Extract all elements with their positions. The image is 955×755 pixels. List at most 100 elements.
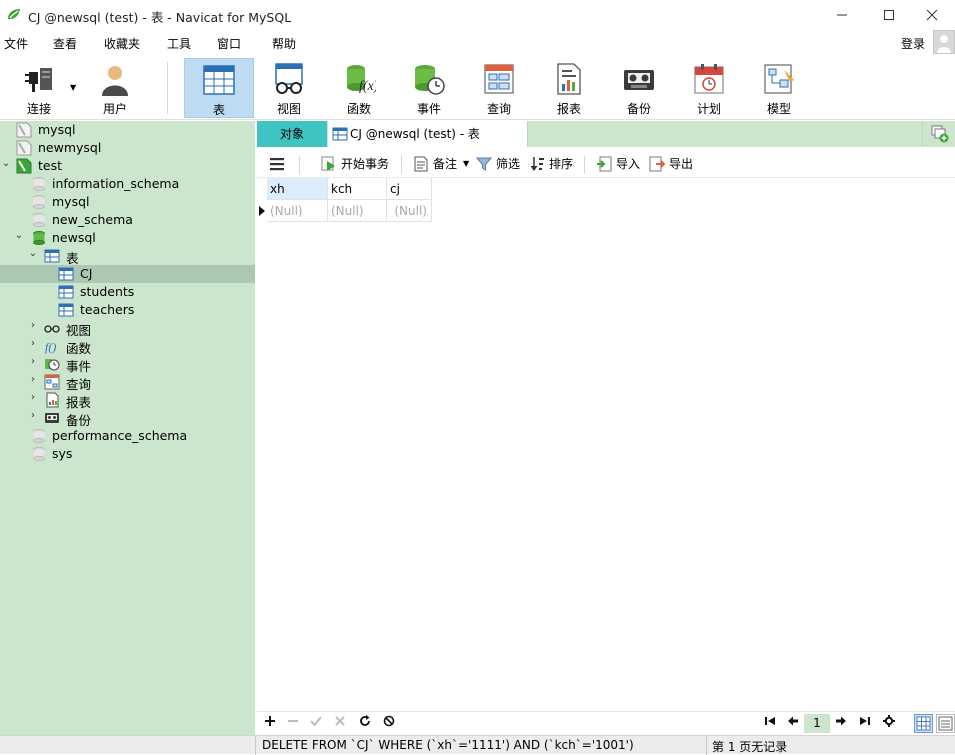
event-button[interactable]: 事件 bbox=[394, 58, 464, 118]
chevron-right-icon[interactable]: › bbox=[28, 374, 38, 390]
status-bar: DELETE FROM `CJ` WHERE (`xh`='1111') AND… bbox=[0, 735, 955, 755]
tree-item-new-schema[interactable]: new_schema bbox=[0, 211, 255, 229]
query-button[interactable]: 查询 bbox=[464, 58, 534, 118]
login-link[interactable]: 登录 bbox=[901, 35, 925, 52]
chevron-right-icon[interactable]: › bbox=[28, 410, 38, 426]
menu-window[interactable]: 窗口 bbox=[217, 35, 241, 52]
page-number[interactable]: 1 bbox=[804, 714, 830, 733]
apply-changes-button[interactable] bbox=[308, 715, 324, 731]
chevron-right-icon[interactable]: › bbox=[28, 392, 38, 408]
report-button[interactable]: 报表 bbox=[534, 58, 604, 118]
sort-button[interactable]: 排序 bbox=[529, 155, 575, 173]
tree-item-newsql-database[interactable]: ⌄ newsql bbox=[0, 229, 255, 247]
tree-item-reports-folder[interactable]: › 报表 bbox=[0, 391, 255, 410]
table-icon bbox=[58, 285, 74, 299]
previous-page-button[interactable] bbox=[785, 715, 801, 731]
column-header-kch[interactable]: kch bbox=[328, 178, 387, 200]
settings-button[interactable] bbox=[881, 715, 897, 731]
tree-item-table-teachers[interactable]: teachers bbox=[0, 301, 255, 319]
menu-help[interactable]: 帮助 bbox=[272, 35, 296, 52]
begin-transaction-button[interactable]: 开始事务 bbox=[321, 155, 393, 173]
dropdown-arrow-icon[interactable]: ▼ bbox=[463, 155, 469, 173]
chevron-right-icon[interactable]: › bbox=[28, 356, 38, 372]
schedule-button[interactable]: 计划 bbox=[674, 58, 744, 118]
grid-view-button[interactable] bbox=[914, 714, 933, 733]
report-icon bbox=[46, 392, 59, 408]
tab-cj-table[interactable]: CJ @newsql (test) - 表 bbox=[328, 121, 528, 147]
data-grid[interactable]: xh kch cj (Null) (Null) (Null) bbox=[257, 178, 955, 710]
chevron-right-icon[interactable]: › bbox=[28, 320, 38, 336]
menu-favorites[interactable]: 收藏夹 bbox=[104, 35, 140, 52]
tree-item-queries-folder[interactable]: › 查询 bbox=[0, 373, 255, 392]
new-tab-button[interactable] bbox=[922, 121, 955, 147]
model-button[interactable]: 模型 bbox=[744, 58, 814, 118]
discard-changes-button[interactable] bbox=[332, 715, 348, 731]
import-button[interactable]: 导入 bbox=[596, 155, 642, 173]
first-page-button[interactable] bbox=[762, 715, 778, 731]
backup-tape-icon bbox=[45, 413, 59, 423]
form-view-button[interactable] bbox=[936, 714, 955, 733]
tree-item-performance-schema[interactable]: performance_schema bbox=[0, 427, 255, 445]
tree-item-test-connection[interactable]: ⌄ test bbox=[0, 157, 255, 175]
add-record-button[interactable] bbox=[262, 715, 278, 731]
delete-record-button[interactable] bbox=[285, 715, 301, 731]
table-button[interactable]: 表 bbox=[184, 58, 254, 118]
tree-item-table-cj[interactable]: CJ bbox=[0, 265, 255, 283]
tree-item-table-students[interactable]: students bbox=[0, 283, 255, 301]
dropdown-arrow-icon[interactable]: ▼ bbox=[70, 83, 76, 92]
column-header-cj[interactable]: cj bbox=[387, 178, 432, 200]
memo-button[interactable]: 备注 ▼ bbox=[413, 155, 469, 173]
tree-item-tables-folder[interactable]: ⌄ 表 bbox=[0, 247, 255, 266]
query-label: 查询 bbox=[486, 102, 511, 116]
maximize-button[interactable] bbox=[866, 0, 912, 30]
menu-file[interactable]: 文件 bbox=[4, 35, 28, 52]
chevron-down-icon[interactable]: ⌄ bbox=[14, 230, 24, 246]
tree-label: newmysql bbox=[38, 140, 102, 155]
connect-button[interactable]: 连接 ▼ bbox=[4, 58, 76, 118]
table-cell[interactable]: (Null) bbox=[328, 200, 387, 222]
export-label: 导出 bbox=[669, 157, 694, 171]
last-page-button[interactable] bbox=[857, 715, 873, 731]
transaction-icon bbox=[321, 156, 335, 171]
chevron-down-icon[interactable]: ⌄ bbox=[28, 248, 38, 264]
close-button[interactable] bbox=[909, 0, 955, 30]
menu-tools[interactable]: 工具 bbox=[167, 35, 191, 52]
chevron-down-icon[interactable]: ⌄ bbox=[1, 158, 11, 174]
tree-item-sys-database[interactable]: sys bbox=[0, 445, 255, 463]
column-header-xh[interactable]: xh bbox=[267, 178, 328, 200]
refresh-button[interactable] bbox=[357, 715, 373, 731]
connection-icon bbox=[16, 140, 32, 156]
plus-icon bbox=[265, 716, 275, 726]
menu-hamburger-button[interactable] bbox=[269, 155, 287, 173]
backup-button[interactable]: 备份 bbox=[604, 58, 674, 118]
tree-item-mysql-database[interactable]: mysql bbox=[0, 193, 255, 211]
stop-button[interactable] bbox=[381, 715, 397, 731]
sort-icon bbox=[530, 157, 544, 171]
view-button[interactable]: 视图 bbox=[254, 58, 324, 118]
tree-label: performance_schema bbox=[52, 428, 188, 443]
chevron-right-icon[interactable]: › bbox=[28, 338, 38, 354]
tree-label: new_schema bbox=[52, 212, 133, 227]
tree-item-functions-folder[interactable]: › f() 函数 bbox=[0, 337, 255, 356]
tree-item-information-schema[interactable]: information_schema bbox=[0, 175, 255, 193]
next-page-button[interactable] bbox=[833, 715, 849, 731]
tree-item-mysql-connection[interactable]: mysql bbox=[0, 121, 255, 139]
avatar[interactable] bbox=[933, 30, 955, 54]
tab-objects[interactable]: 对象 bbox=[257, 121, 327, 147]
tree-item-newmysql-connection[interactable]: newmysql bbox=[0, 139, 255, 157]
export-button[interactable]: 导出 bbox=[649, 155, 695, 173]
arrow-left-icon bbox=[788, 716, 798, 726]
table-cell[interactable]: (Null) bbox=[387, 200, 432, 222]
user-button[interactable]: 用户 bbox=[80, 58, 150, 118]
function-button[interactable]: f(x) 函数 bbox=[324, 58, 394, 118]
user-icon bbox=[102, 66, 128, 96]
table-cell[interactable]: (Null) bbox=[267, 200, 328, 222]
tree-item-events-folder[interactable]: › 事件 bbox=[0, 355, 255, 374]
minimize-button[interactable] bbox=[819, 0, 865, 30]
tree-item-views-folder[interactable]: › 视图 bbox=[0, 319, 255, 338]
filter-button[interactable]: 筛选 bbox=[476, 155, 522, 173]
tree-item-backups-folder[interactable]: › 备份 bbox=[0, 409, 255, 428]
menu-view[interactable]: 查看 bbox=[53, 35, 77, 52]
hamburger-icon bbox=[270, 158, 284, 171]
event-clock-icon bbox=[45, 359, 60, 371]
